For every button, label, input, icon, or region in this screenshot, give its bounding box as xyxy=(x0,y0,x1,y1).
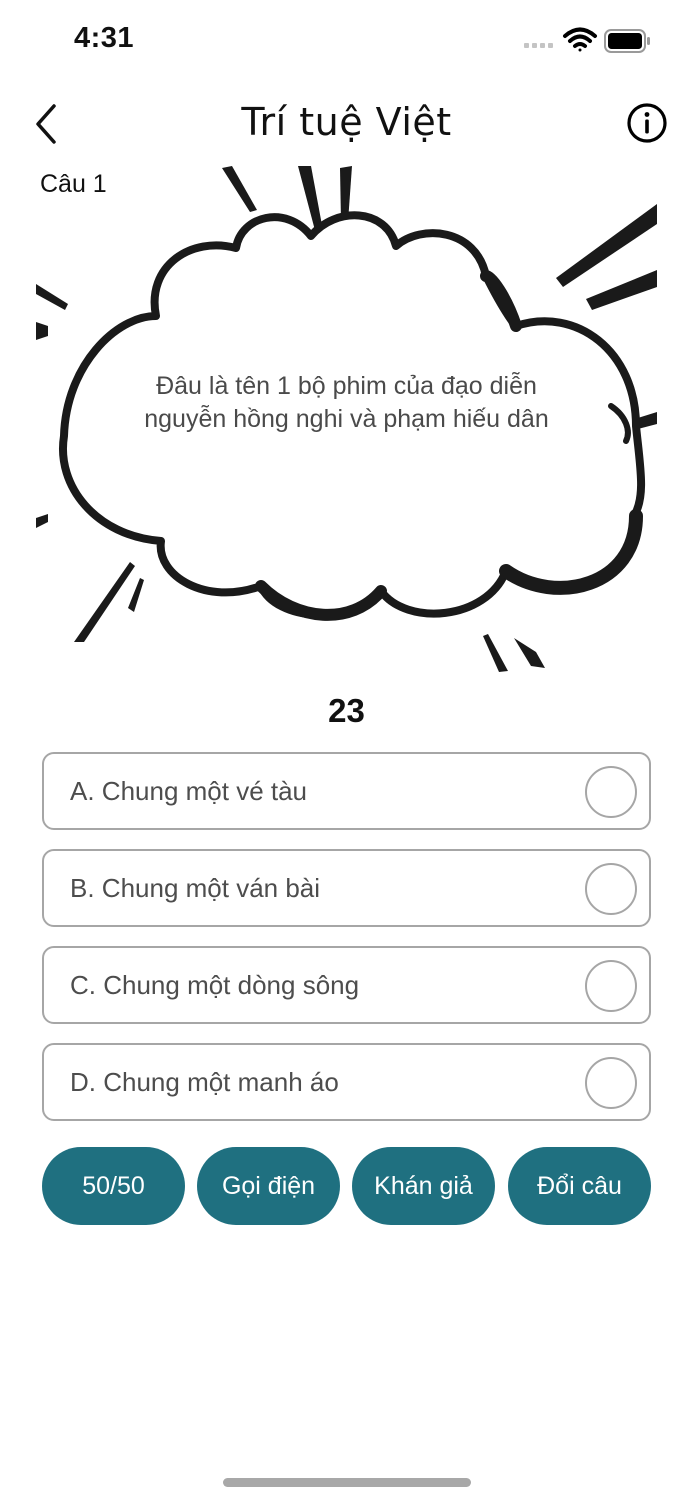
battery-icon xyxy=(604,29,650,53)
answer-option-b[interactable]: B. Chung một ván bài xyxy=(42,849,651,927)
countdown-timer: 23 xyxy=(328,692,365,729)
answer-option-c[interactable]: C. Chung một dòng sông xyxy=(42,946,651,1024)
radio-circle-icon[interactable] xyxy=(585,863,637,915)
question-text: Đâu là tên 1 bộ phim của đạo diễn nguyễn… xyxy=(144,372,549,433)
radio-circle-icon[interactable] xyxy=(585,960,637,1012)
answer-label: D. Chung một manh áo xyxy=(70,1067,339,1097)
ask-audience-button[interactable]: Khán giả xyxy=(352,1147,495,1225)
answer-label: B. Chung một ván bài xyxy=(70,873,321,903)
status-icons xyxy=(524,27,650,53)
status-time: 4:31 xyxy=(74,22,135,54)
switch-question-button[interactable]: Đổi câu xyxy=(508,1147,651,1225)
radio-circle-icon[interactable] xyxy=(585,766,637,818)
answer-label: A. Chung một vé tàu xyxy=(70,776,308,806)
answer-label: C. Chung một dòng sông xyxy=(70,970,360,1000)
question-number: Câu 1 xyxy=(40,170,107,198)
signal-icon xyxy=(524,43,553,48)
info-icon[interactable] xyxy=(626,102,668,144)
page-title: Trí tuệ Việt xyxy=(241,100,452,144)
fifty-fifty-button[interactable]: 50/50 xyxy=(42,1147,185,1225)
radio-circle-icon[interactable] xyxy=(585,1057,637,1109)
answer-option-d[interactable]: D. Chung một manh áo xyxy=(42,1043,651,1121)
home-indicator[interactable] xyxy=(223,1478,471,1487)
answer-option-a[interactable]: A. Chung một vé tàu xyxy=(42,752,651,830)
phone-a-friend-button[interactable]: Gọi điện xyxy=(197,1147,340,1225)
wifi-icon xyxy=(563,27,597,52)
